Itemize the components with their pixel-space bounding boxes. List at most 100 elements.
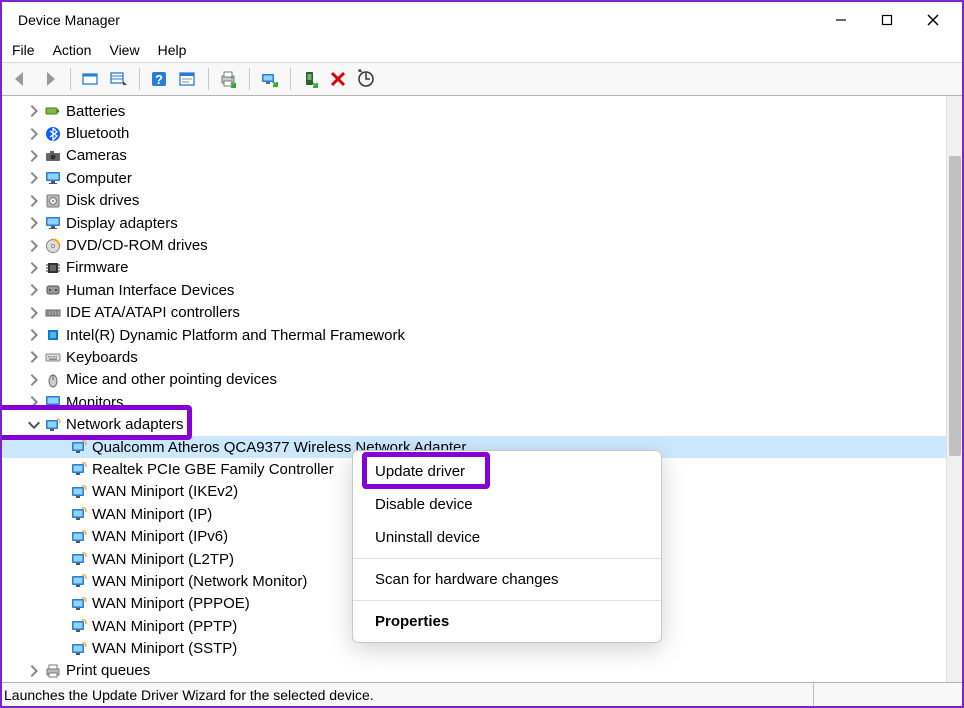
tree-category-label: Computer: [66, 170, 132, 187]
tree-category-label: Bluetooth: [66, 125, 129, 142]
scrollbar-thumb[interactable]: [949, 156, 961, 456]
tree-category[interactable]: Disk drives: [2, 190, 946, 212]
show-hidden-icon[interactable]: [77, 66, 103, 92]
properties-icon[interactable]: [174, 66, 200, 92]
network-adapter-icon: [70, 438, 88, 456]
tree-category[interactable]: Human Interface Devices: [2, 279, 946, 301]
tree-category[interactable]: DVD/CD-ROM drives: [2, 234, 946, 256]
tree-category[interactable]: Mice and other pointing devices: [2, 369, 946, 391]
tree-category[interactable]: Computer: [2, 167, 946, 189]
tree-category[interactable]: Cameras: [2, 145, 946, 167]
update-driver-icon[interactable]: [256, 66, 282, 92]
printer-icon: [44, 662, 62, 680]
chevron-right-icon[interactable]: [26, 260, 42, 276]
tree-category-label: DVD/CD-ROM drives: [66, 237, 208, 254]
camera-icon: [44, 147, 62, 165]
status-text: Launches the Update Driver Wizard for th…: [4, 687, 374, 703]
tree-category-label: Display adapters: [66, 215, 178, 232]
vertical-scrollbar[interactable]: [946, 96, 962, 682]
close-button[interactable]: [910, 2, 956, 38]
netcard-icon: [44, 416, 62, 434]
menu-file[interactable]: File: [12, 42, 35, 58]
mouse-icon: [44, 371, 62, 389]
content-area: Batteries Bluetooth Cameras Computer Disk dr…: [2, 96, 962, 682]
cd-icon: [44, 237, 62, 255]
chevron-right-icon[interactable]: [26, 215, 42, 231]
tree-device-label: WAN Miniport (IP): [92, 506, 212, 523]
network-adapter-icon: [70, 595, 88, 613]
tree-category[interactable]: Intel(R) Dynamic Platform and Thermal Fr…: [2, 324, 946, 346]
tree-category-label: Cameras: [66, 147, 127, 164]
toolbar-separator: [139, 68, 140, 90]
tree-category[interactable]: Batteries: [2, 100, 946, 122]
chevron-right-icon[interactable]: [26, 170, 42, 186]
tree-category[interactable]: Network adapters: [2, 413, 946, 435]
chevron-right-icon[interactable]: [26, 349, 42, 365]
ctx-disable-device[interactable]: Disable device: [353, 488, 661, 521]
menu-view[interactable]: View: [109, 42, 139, 58]
disk-icon: [44, 192, 62, 210]
tree-category[interactable]: Firmware: [2, 257, 946, 279]
network-adapter-icon: [70, 505, 88, 523]
ctx-separator: [353, 558, 661, 559]
tree-category-label: Mice and other pointing devices: [66, 371, 277, 388]
network-adapter-icon: [70, 483, 88, 501]
tree-category-label: Firmware: [66, 259, 129, 276]
ctx-properties[interactable]: Properties: [353, 605, 661, 638]
toolbar-separator: [249, 68, 250, 90]
print-icon[interactable]: [215, 66, 241, 92]
tree-device-label: Realtek PCIe GBE Family Controller: [92, 461, 334, 478]
chip2-icon: [44, 326, 62, 344]
view-mode-icon[interactable]: [105, 66, 131, 92]
install-driver-icon[interactable]: [297, 66, 323, 92]
chevron-right-icon[interactable]: [26, 103, 42, 119]
maximize-button[interactable]: [864, 2, 910, 38]
menu-action[interactable]: Action: [53, 42, 92, 58]
hid-icon: [44, 281, 62, 299]
chevron-right-icon[interactable]: [26, 282, 42, 298]
chevron-right-icon[interactable]: [26, 305, 42, 321]
ctx-uninstall-device[interactable]: Uninstall device: [353, 521, 661, 554]
chevron-right-icon[interactable]: [26, 193, 42, 209]
back-icon[interactable]: [8, 66, 34, 92]
ide-icon: [44, 304, 62, 322]
menu-help[interactable]: Help: [158, 42, 187, 58]
tree-category[interactable]: Keyboards: [2, 346, 946, 368]
tree-category[interactable]: IDE ATA/ATAPI controllers: [2, 302, 946, 324]
forward-icon[interactable]: [36, 66, 62, 92]
help-icon[interactable]: ?: [146, 66, 172, 92]
tree-category-label: Disk drives: [66, 192, 139, 209]
window-controls: [818, 2, 956, 38]
minimize-button[interactable]: [818, 2, 864, 38]
chip-icon: [44, 259, 62, 277]
tree-category-label: Batteries: [66, 103, 125, 120]
tree-category[interactable]: Display adapters: [2, 212, 946, 234]
network-adapter-icon: [70, 640, 88, 658]
scan-hardware-icon[interactable]: [353, 66, 379, 92]
chevron-right-icon[interactable]: [26, 148, 42, 164]
tree-category-label: Network adapters: [66, 416, 184, 433]
chevron-right-icon[interactable]: [26, 372, 42, 388]
menubar: File Action View Help: [2, 38, 962, 62]
tree-device-label: WAN Miniport (IKEv2): [92, 483, 238, 500]
chevron-right-icon[interactable]: [26, 238, 42, 254]
chevron-right-icon[interactable]: [26, 663, 42, 679]
tree-category[interactable]: Monitors: [2, 391, 946, 413]
uninstall-icon[interactable]: [325, 66, 351, 92]
chevron-down-icon[interactable]: [26, 417, 42, 433]
tree-category[interactable]: Print queues: [2, 660, 946, 682]
statusbar: Launches the Update Driver Wizard for th…: [2, 682, 962, 706]
chevron-right-icon[interactable]: [26, 126, 42, 142]
toolbar-separator: [290, 68, 291, 90]
tree-category[interactable]: Bluetooth: [2, 122, 946, 144]
ctx-update-driver[interactable]: Update driver: [353, 455, 661, 488]
toolbar-separator: [70, 68, 71, 90]
ctx-scan-hardware[interactable]: Scan for hardware changes: [353, 563, 661, 596]
keyboard-icon: [44, 348, 62, 366]
tree-device-label: WAN Miniport (L2TP): [92, 551, 234, 568]
tree-device-label: WAN Miniport (PPPOE): [92, 595, 250, 612]
chevron-right-icon[interactable]: [26, 394, 42, 410]
chevron-right-icon[interactable]: [26, 327, 42, 343]
tree-category-label: Keyboards: [66, 349, 138, 366]
tree-device-label: WAN Miniport (IPv6): [92, 528, 228, 545]
